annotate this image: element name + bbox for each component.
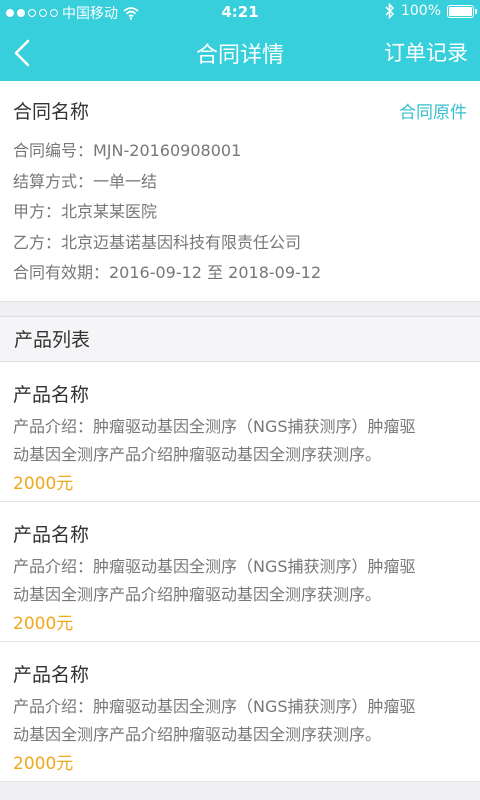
product-name: 产品名称 — [13, 383, 90, 406]
nav-bar: 合同详情 订单记录 — [0, 24, 480, 81]
contract-original-link[interactable]: 合同原件 — [399, 98, 467, 123]
product-description-line: 产品介绍：肿瘤驱动基因全测序（NGS捕获测序）肿瘤驱 — [13, 696, 416, 716]
status-right: 100% — [385, 3, 477, 19]
settlement-method: 结算方式：一单一结 — [13, 171, 158, 191]
contract-name: 合同名称 — [13, 101, 90, 123]
product-list-header: 产品列表 — [0, 315, 480, 362]
party-b: 乙方：北京迈基诺基因科技有限责任公司 — [13, 232, 302, 252]
product-price: 2000元 — [13, 753, 74, 774]
product-description-line: 产品介绍：肿瘤驱动基因全测序（NGS捕获测序）肿瘤驱 — [13, 416, 416, 436]
header: 中国移动 4:21 100% 合同详情 订单记录 — [0, 0, 480, 81]
bluetooth-icon — [385, 3, 395, 19]
product-price: 2000元 — [13, 473, 74, 494]
order-records-button[interactable]: 订单记录 — [384, 37, 468, 67]
app-screen: 中国移动 4:21 100% 合同详情 订单记录 合同名称 合同原件 合同编号：… — [0, 0, 480, 800]
contract-validity: 合同有效期：2016-09-12 至 2018-09-12 — [13, 263, 322, 282]
list-item[interactable]: 产品名称 产品介绍：肿瘤驱动基因全测序（NGS捕获测序）肿瘤驱 动基因全测序产品… — [0, 641, 480, 782]
contract-number: 合同编号：MJN-20160908001 — [13, 141, 242, 160]
list-item[interactable]: 产品名称 产品介绍：肿瘤驱动基因全测序（NGS捕获测序）肿瘤驱 动基因全测序产品… — [0, 501, 480, 642]
product-price: 2000元 — [13, 613, 74, 634]
contract-card: 合同名称 合同原件 合同编号：MJN-20160908001 结算方式：一单一结… — [0, 81, 480, 302]
product-description-line: 动基因全测序产品介绍肿瘤驱动基因全测序获测序。 — [13, 584, 382, 604]
product-description-line: 动基因全测序产品介绍肿瘤驱动基因全测序获测序。 — [13, 724, 382, 744]
contract-head: 合同名称 合同原件 — [13, 97, 467, 124]
product-description: 产品介绍：肿瘤驱动基因全测序（NGS捕获测序）肿瘤驱 动基因全测序产品介绍肿瘤驱… — [13, 693, 467, 749]
product-name: 产品名称 — [13, 663, 90, 686]
battery-percent: 100% — [400, 3, 441, 19]
product-description-line: 动基因全测序产品介绍肿瘤驱动基因全测序获测序。 — [13, 444, 382, 464]
party-a: 甲方：北京某某医院 — [13, 202, 158, 221]
list-item[interactable]: 产品名称 产品介绍：肿瘤驱动基因全测序（NGS捕获测序）肿瘤驱 动基因全测序产品… — [0, 361, 480, 502]
status-bar: 中国移动 4:21 100% — [0, 0, 480, 24]
product-description-line: 产品介绍：肿瘤驱动基因全测序（NGS捕获测序）肿瘤驱 — [13, 556, 416, 576]
product-list: 产品名称 产品介绍：肿瘤驱动基因全测序（NGS捕获测序）肿瘤驱 动基因全测序产品… — [0, 361, 480, 782]
product-description: 产品介绍：肿瘤驱动基因全测序（NGS捕获测序）肿瘤驱 动基因全测序产品介绍肿瘤驱… — [13, 413, 467, 469]
product-name: 产品名称 — [13, 523, 90, 546]
battery-icon — [447, 4, 477, 18]
product-description: 产品介绍：肿瘤驱动基因全测序（NGS捕获测序）肿瘤驱 动基因全测序产品介绍肿瘤驱… — [13, 553, 467, 609]
